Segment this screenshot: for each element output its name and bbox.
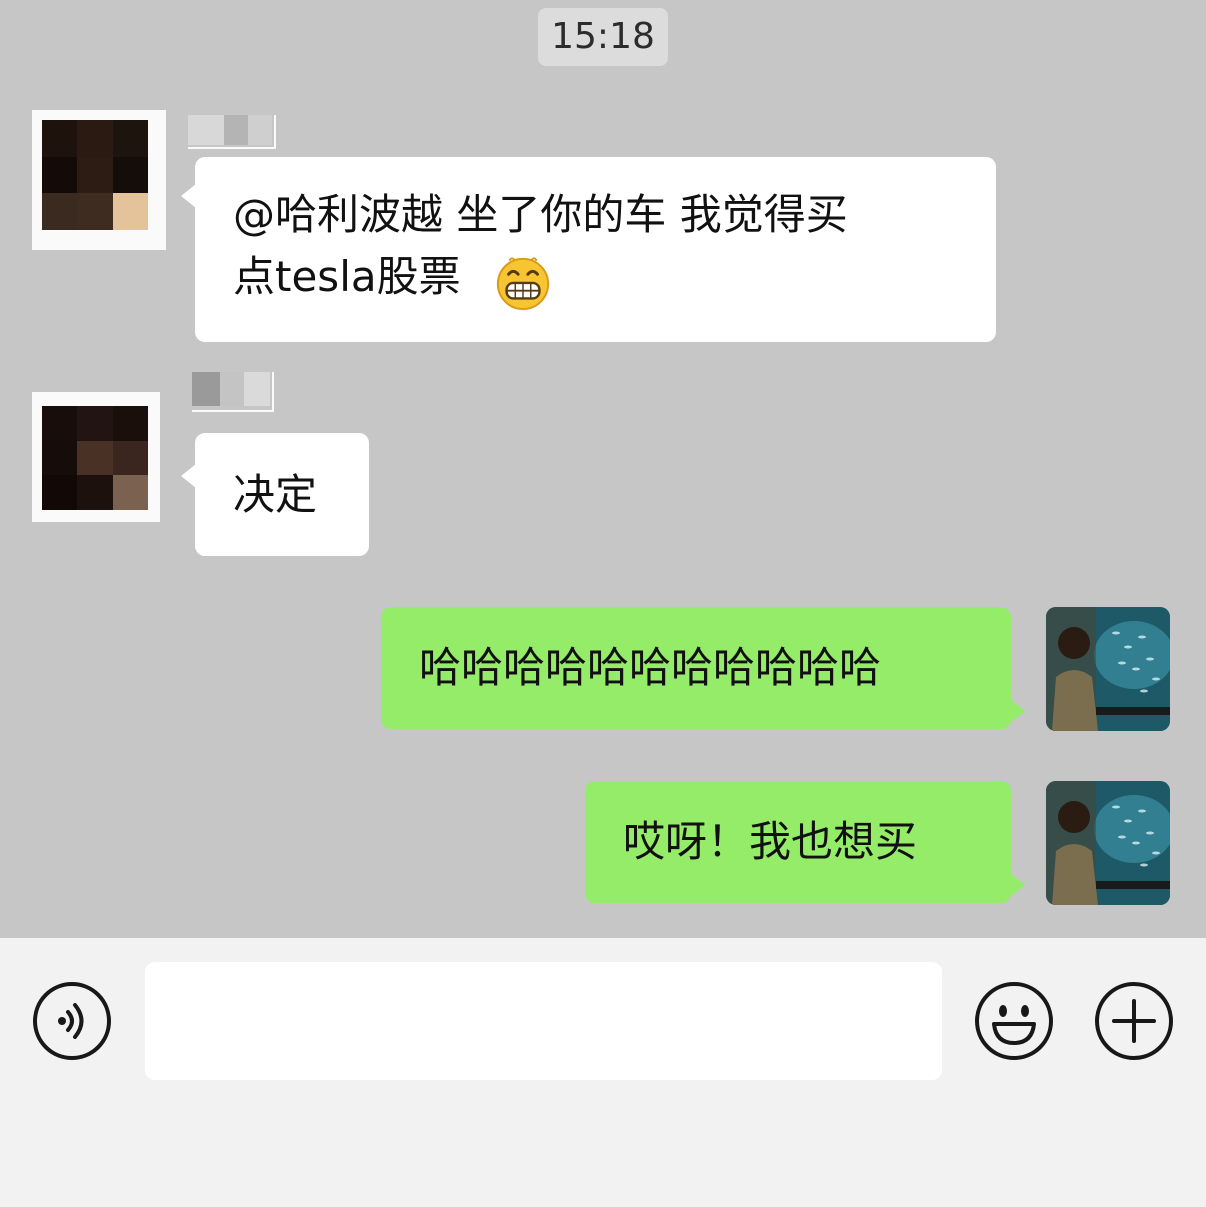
contact-avatar[interactable] (32, 392, 160, 522)
user-avatar-image (1046, 781, 1170, 905)
sender-name-blurred (188, 115, 276, 149)
message-text: @哈利波越 坐了你的车 我觉得买 点tesla股票 (233, 190, 848, 301)
message-bubble[interactable]: 哎呀！我也想买 (585, 781, 1025, 903)
user-avatar-image (1046, 607, 1170, 731)
emoji-icon[interactable] (974, 981, 1054, 1061)
plus-icon[interactable] (1094, 981, 1174, 1061)
message-bubble[interactable]: 决定 (181, 433, 369, 556)
input-bar (0, 938, 1206, 1207)
sender-name-blurred (192, 372, 274, 412)
message-text: 哈哈哈哈哈哈哈哈哈哈哈 (419, 643, 882, 692)
message-bubble[interactable]: @哈利波越 坐了你的车 我觉得买 点tesla股票 (181, 157, 996, 342)
voice-icon[interactable] (32, 981, 112, 1061)
message-text: 哎呀！我也想买 (623, 817, 918, 866)
message-text: 决定 (233, 470, 318, 519)
grinning-face-emoji (496, 257, 550, 311)
user-avatar[interactable] (1046, 781, 1170, 905)
contact-avatar[interactable] (32, 110, 166, 250)
chat-area: 15:18 @哈利波越 坐了你的车 我觉得买 点tesla股票 决定 哈哈哈哈哈… (0, 0, 1206, 938)
user-avatar[interactable] (1046, 607, 1170, 731)
message-bubble[interactable]: 哈哈哈哈哈哈哈哈哈哈哈 (381, 607, 1025, 729)
timestamp: 15:18 (538, 8, 668, 66)
message-input[interactable] (145, 962, 942, 1080)
